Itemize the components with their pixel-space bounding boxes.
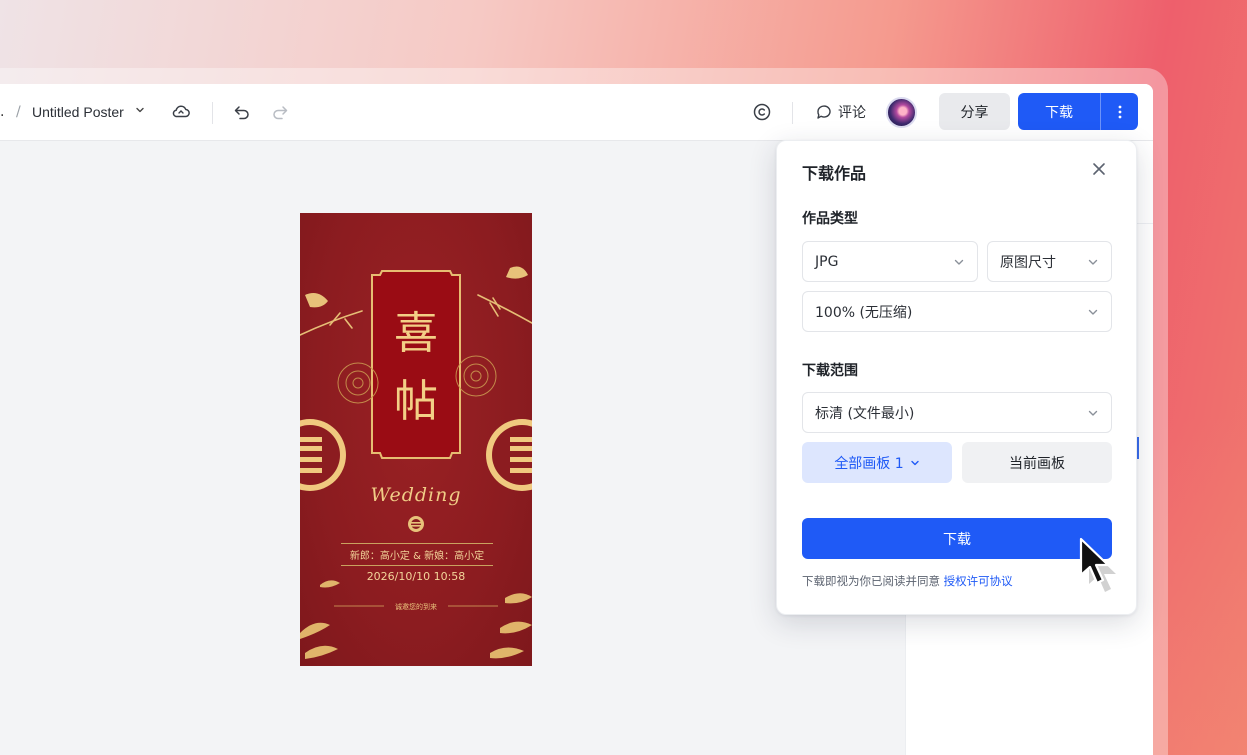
more-options-button[interactable]: [1101, 93, 1138, 130]
chevron-down-icon: [1088, 259, 1098, 265]
format-value: JPG: [815, 253, 839, 270]
comment-icon: [817, 105, 831, 119]
quality-select[interactable]: 100% (无压缩): [802, 291, 1112, 332]
download-button[interactable]: 下载: [1018, 93, 1100, 130]
poster-wedding-text: Wedding: [370, 484, 462, 506]
resolution-select[interactable]: 标清 (文件最小): [802, 392, 1112, 433]
chevron-down-icon[interactable]: [133, 103, 147, 117]
undo-icon[interactable]: [231, 101, 253, 123]
cloud-sync-icon[interactable]: [170, 101, 192, 123]
chevron-down-icon: [910, 460, 919, 465]
format-select[interactable]: JPG: [802, 241, 978, 282]
poster-char-xi: 喜: [394, 308, 438, 359]
top-toolbar: . / Untitled Poster 评论 分享 下载: [0, 84, 1153, 141]
size-select[interactable]: 原图尺寸: [987, 241, 1112, 282]
resolution-value: 标清 (文件最小): [815, 405, 915, 422]
comment-label: 评论: [838, 105, 866, 121]
mouse-cursor-icon: [1079, 537, 1116, 592]
agreement-text: 下载即视为你已阅读并同意: [802, 574, 940, 588]
panel-indicator: [1137, 437, 1139, 459]
confirm-download-button[interactable]: 下载: [802, 518, 1112, 559]
poster-names: 新郎：高小定 & 新娘：高小定: [341, 543, 493, 566]
poster-invite-text: 诚邀您的到来: [395, 603, 437, 611]
poster-ornaments: [300, 266, 532, 659]
more-vertical-icon: [1118, 105, 1121, 118]
license-agreement-link[interactable]: 授权许可协议: [944, 574, 1013, 588]
chevron-down-icon: [954, 259, 964, 265]
close-icon[interactable]: [1090, 160, 1108, 178]
breadcrumb-prefix[interactable]: .: [0, 104, 4, 120]
chevron-down-icon: [1088, 309, 1098, 315]
download-panel-title: 下载作品: [802, 164, 867, 183]
toolbar-divider: [212, 102, 213, 124]
poster-char-tie: 帖: [394, 376, 438, 427]
chevron-down-icon: [1088, 410, 1098, 416]
quality-value: 100% (无压缩): [815, 304, 913, 321]
share-button[interactable]: 分享: [939, 93, 1010, 130]
agreement-note: 下载即视为你已阅读并同意 授权许可协议: [802, 573, 1013, 589]
toolbar-divider: [792, 102, 793, 124]
comment-button[interactable]: 评论: [815, 100, 866, 124]
work-type-label: 作品类型: [802, 211, 858, 227]
avatar[interactable]: [886, 97, 917, 128]
redo-icon[interactable]: [269, 101, 291, 123]
all-boards-label: 全部画板 1: [834, 455, 904, 472]
document-title[interactable]: Untitled Poster: [32, 104, 124, 120]
poster-canvas[interactable]: 喜 帖 Wedding 新郎：高小定 & 新娘：高小定 2026/10/10 1…: [300, 213, 532, 666]
all-boards-button[interactable]: 全部画板 1: [802, 442, 952, 483]
current-board-button[interactable]: 当前画板: [962, 442, 1112, 483]
download-range-label: 下载范围: [802, 363, 858, 379]
size-value: 原图尺寸: [1000, 254, 1056, 271]
poster-datetime: 2026/10/10 10:58: [366, 570, 466, 583]
download-button-group: 下载: [1018, 93, 1138, 130]
breadcrumb-separator: /: [16, 104, 21, 120]
copyright-icon[interactable]: [751, 101, 773, 123]
